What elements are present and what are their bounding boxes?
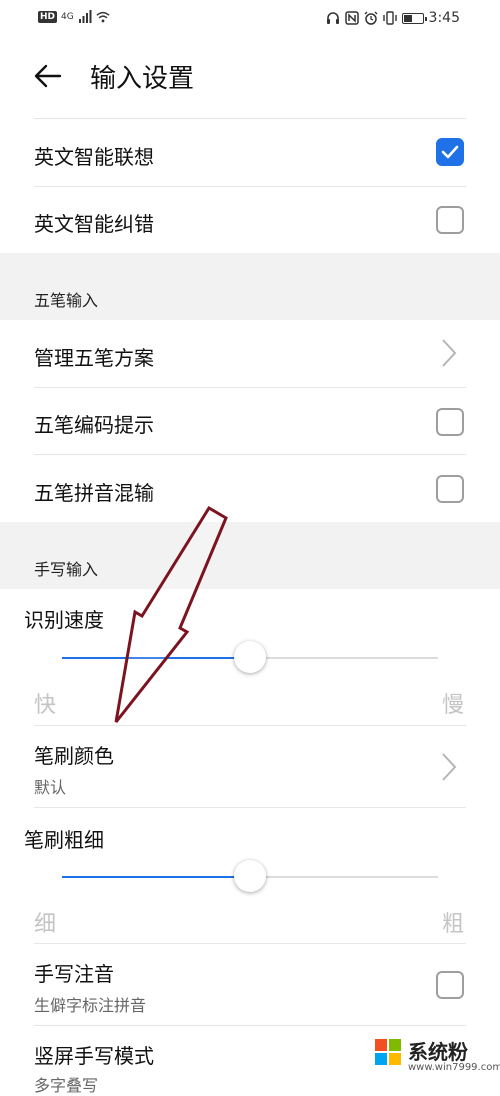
english-correct-checkbox[interactable] xyxy=(436,206,464,234)
wubi-section-header: 五笔输入 xyxy=(0,253,500,320)
check-icon xyxy=(441,145,459,159)
vertical-mode-label: 竖屏手写模式 xyxy=(34,1044,154,1068)
back-arrow-icon[interactable] xyxy=(32,60,64,92)
brush-width-slider-thumb[interactable] xyxy=(234,860,266,892)
status-left: HD 4G xyxy=(38,10,110,24)
brush-color-label: 笔刷颜色 xyxy=(34,744,114,768)
site-watermark: 系统粉 www.win7999.com xyxy=(368,1034,500,1080)
wubi-pinyin-label: 五笔拼音混输 xyxy=(34,481,154,505)
english-correct-row[interactable]: 英文智能纠错 xyxy=(0,187,500,253)
watermark-url: www.win7999.com xyxy=(408,1062,500,1073)
wubi-hint-label: 五笔编码提示 xyxy=(34,413,154,437)
watermark-name: 系统粉 xyxy=(408,1040,468,1064)
vibrate-icon xyxy=(382,11,397,25)
handwriting-section-header: 手写输入 xyxy=(0,522,500,589)
status-time: 3:45 xyxy=(428,10,460,26)
headset-icon xyxy=(326,12,339,24)
handwriting-section-title: 手写输入 xyxy=(34,560,99,579)
speed-slider-fill xyxy=(62,657,250,659)
windows-logo-icon xyxy=(375,1039,401,1065)
wubi-pinyin-row[interactable]: 五笔拼音混输 xyxy=(0,455,500,522)
status-right: 3:45 xyxy=(326,10,460,26)
brush-width-max-label: 粗 xyxy=(442,912,465,937)
wifi-icon xyxy=(96,11,110,23)
brush-width-min-label: 细 xyxy=(34,912,57,937)
speed-slider-thumb[interactable] xyxy=(234,641,266,673)
english-suggest-label: 英文智能联想 xyxy=(34,145,154,169)
network-type: 4G xyxy=(61,12,74,22)
brush-color-row[interactable]: 笔刷颜色 默认 xyxy=(0,726,500,807)
wubi-pinyin-checkbox[interactable] xyxy=(436,475,464,503)
wubi-manage-label: 管理五笔方案 xyxy=(34,346,154,370)
wubi-manage-row[interactable]: 管理五笔方案 xyxy=(0,320,500,387)
english-correct-label: 英文智能纠错 xyxy=(34,212,154,236)
wubi-hint-checkbox[interactable] xyxy=(436,408,464,436)
brush-width-slider-fill xyxy=(62,876,250,878)
wubi-section-title: 五笔输入 xyxy=(34,291,99,310)
english-suggest-row[interactable]: 英文智能联想 xyxy=(0,119,500,186)
phonetic-checkbox[interactable] xyxy=(436,971,464,999)
vertical-mode-subtitle: 多字叠写 xyxy=(34,1076,99,1095)
brush-width-slider[interactable] xyxy=(62,860,438,892)
page-title: 输入设置 xyxy=(90,64,195,94)
battery-icon xyxy=(401,12,427,24)
english-suggest-checkbox[interactable] xyxy=(436,138,464,166)
speed-label: 识别速度 xyxy=(24,608,104,632)
app-bar: 输入设置 xyxy=(0,38,500,118)
alarm-icon xyxy=(364,11,378,25)
phonetic-label: 手写注音 xyxy=(34,962,114,986)
phonetic-subtitle: 生僻字标注拼音 xyxy=(34,996,147,1015)
chevron-right-icon xyxy=(442,753,457,781)
divider xyxy=(34,807,466,808)
chevron-right-icon xyxy=(442,339,457,367)
brush-color-value: 默认 xyxy=(34,778,67,797)
status-bar: HD 4G 3:45 xyxy=(0,0,500,38)
speed-slider[interactable] xyxy=(62,641,438,673)
speed-max-label: 慢 xyxy=(442,693,465,718)
brush-width-label: 笔刷粗细 xyxy=(24,828,104,852)
wubi-hint-row[interactable]: 五笔编码提示 xyxy=(0,388,500,454)
speed-min-label: 快 xyxy=(34,693,57,718)
signal-icon xyxy=(78,10,92,23)
hd-badge: HD xyxy=(38,11,58,23)
phonetic-row[interactable]: 手写注音 生僻字标注拼音 xyxy=(0,944,500,1025)
nfc-icon xyxy=(344,11,359,25)
